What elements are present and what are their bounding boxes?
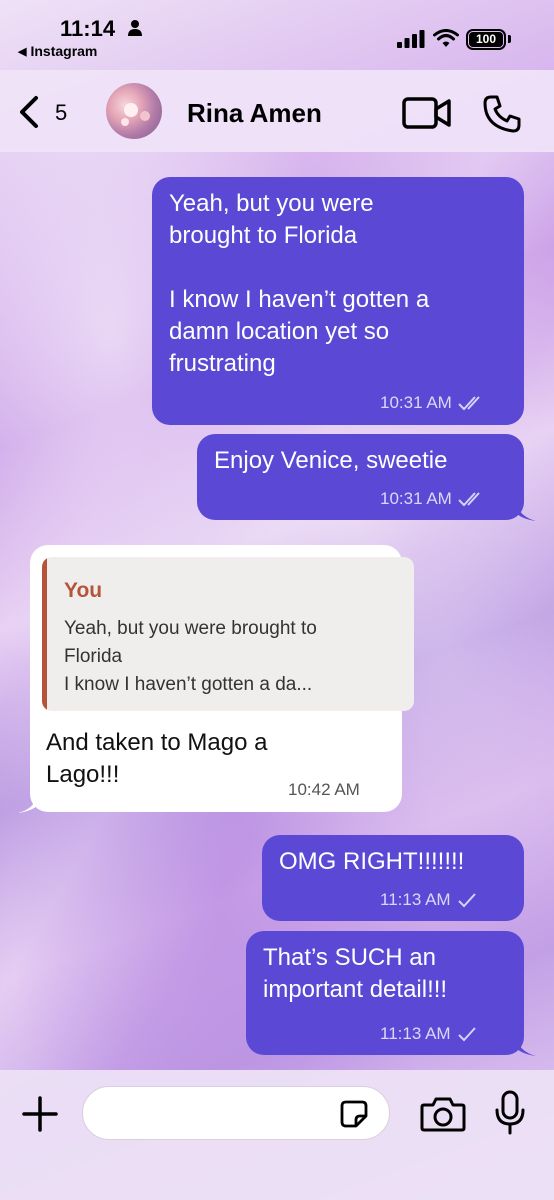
single-check-icon [457, 1027, 476, 1042]
message-timestamp: 10:31 AM [380, 393, 484, 413]
message-timestamp: 11:13 AM [380, 890, 477, 910]
message-text: Enjoy Venice, sweetie [214, 447, 448, 474]
quoted-reply[interactable]: You Yeah, but you were brought to Florid… [42, 557, 414, 711]
message-text: That’s SUCH an important detail!!! [263, 944, 448, 1003]
back-app-label: Instagram [30, 43, 98, 59]
battery-percent: 100 [469, 32, 503, 47]
back-to-app-link[interactable]: ◀ Instagram [18, 43, 97, 59]
composer-bar [0, 1070, 554, 1200]
sticker-icon[interactable] [340, 1100, 368, 1128]
video-camera-icon[interactable] [402, 96, 452, 130]
bubble-tail [516, 503, 536, 521]
bubble-tail [516, 1038, 536, 1056]
message-time: 11:13 AM [380, 890, 451, 909]
person-icon [128, 20, 142, 36]
outgoing-message[interactable]: OMG RIGHT!!!!!!! 11:13 AM [262, 835, 524, 921]
quote-author: You [64, 579, 103, 602]
outgoing-message[interactable]: Yeah, but you were brought to Florida I … [152, 177, 524, 425]
double-check-icon [458, 396, 480, 411]
message-time: 10:31 AM [380, 489, 452, 508]
microphone-icon[interactable] [494, 1090, 526, 1136]
battery-nub [508, 35, 511, 43]
message-time: 11:13 AM [380, 1024, 451, 1043]
outgoing-message[interactable]: That’s SUCH an important detail!!! 11:13… [246, 931, 524, 1055]
message-time: 10:31 AM [380, 393, 452, 412]
chat-header: 5 Rina Amen [0, 70, 554, 152]
incoming-message[interactable]: You Yeah, but you were brought to Florid… [30, 545, 414, 812]
quote-accent-bar [42, 557, 47, 711]
back-chevron-icon[interactable] [14, 94, 44, 130]
bubble-tail [18, 795, 38, 813]
phone-icon[interactable] [482, 94, 522, 134]
quote-text: Yeah, but you were brought to Florida I … [64, 618, 317, 695]
message-time: 10:42 AM [288, 780, 360, 799]
back-triangle-icon: ◀ [18, 45, 27, 58]
single-check-icon [457, 893, 476, 908]
plus-icon[interactable] [20, 1094, 60, 1134]
avatar[interactable] [106, 83, 162, 139]
double-check-icon [458, 492, 480, 507]
wifi-icon [433, 29, 459, 47]
message-timestamp: 10:42 AM [288, 780, 360, 800]
outgoing-message[interactable]: Enjoy Venice, sweetie 10:31 AM [197, 434, 524, 520]
unread-count[interactable]: 5 [55, 100, 67, 126]
signal-icon [397, 30, 425, 48]
message-text: OMG RIGHT!!!!!!! [279, 848, 465, 875]
battery-icon: 100 [466, 29, 506, 50]
message-timestamp: 11:13 AM [380, 1024, 477, 1044]
status-bar: 11:14 ◀ Instagram 100 [0, 0, 554, 70]
message-timestamp: 10:31 AM [380, 489, 484, 509]
status-time: 11:14 [60, 16, 116, 41]
message-text: Yeah, but you were brought to Florida I … [169, 190, 430, 377]
contact-name[interactable]: Rina Amen [187, 98, 322, 129]
camera-icon[interactable] [420, 1096, 466, 1132]
